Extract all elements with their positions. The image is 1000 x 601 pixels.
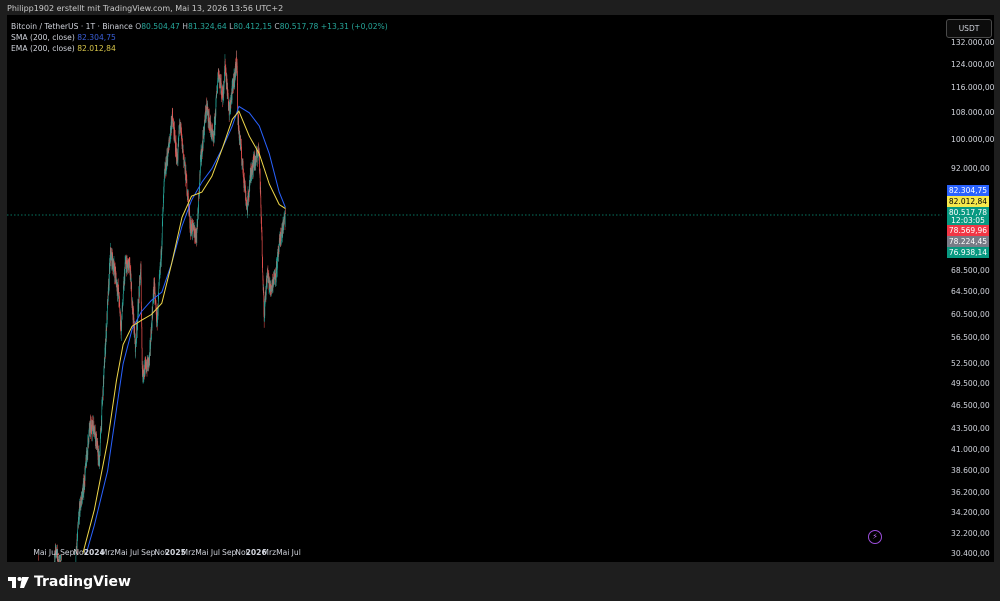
- price-axis-tick: 100.000,00: [951, 134, 994, 144]
- price-axis-tick: 68.500,00: [951, 266, 990, 276]
- legend-change: +13,31 (+0,02%): [320, 22, 388, 31]
- price-axis-tick: 41.000,00: [951, 444, 990, 454]
- time-axis-tick: Jul: [210, 548, 221, 557]
- tradingview-brand[interactable]: TradingView: [8, 572, 131, 592]
- price-axis-tick: 108.000,00: [951, 107, 994, 117]
- ema-indicator-label[interactable]: EMA (200, close): [11, 44, 75, 53]
- price-axis-tick: 124.000,00: [951, 59, 994, 69]
- price-axis-tick: 32.200,00: [951, 528, 990, 538]
- lightning-icon[interactable]: ⚡: [868, 530, 882, 544]
- time-axis-tick: Mai: [114, 548, 128, 557]
- tradingview-logo-icon: [8, 577, 29, 588]
- candle-body: [126, 263, 127, 273]
- candles-layer: [38, 50, 286, 562]
- attribution-line: Philipp1902 erstellt mit TradingView.com…: [7, 4, 284, 13]
- time-axis-tick: Jul: [48, 548, 59, 557]
- price-axis-tick: 43.500,00: [951, 424, 990, 434]
- candle-body: [183, 154, 184, 157]
- price-tag-low: 76.938,14: [947, 247, 989, 258]
- brand-label: TradingView: [34, 574, 131, 590]
- candle-body: [109, 258, 111, 269]
- candle-body: [262, 261, 263, 273]
- price-axis-tick: 49.500,00: [951, 379, 990, 389]
- time-axis-tick: Sep: [222, 548, 237, 557]
- candle-body: [167, 156, 169, 162]
- price-axis-tick: 38.600,00: [951, 465, 990, 475]
- price-tag-high: 78.569,96: [947, 225, 989, 236]
- candle-body: [140, 277, 141, 284]
- time-axis-tick: Jul: [291, 548, 301, 557]
- price-axis-tick: 132.000,00: [951, 38, 994, 47]
- price-axis-tick: 30.400,00: [951, 549, 990, 558]
- sma-indicator-value: 82.304,75: [77, 33, 116, 42]
- legend-high-value: 81.324,64: [188, 22, 227, 31]
- candle-body: [285, 213, 286, 214]
- candle-body: [188, 196, 189, 202]
- time-axis-tick: Mrz: [262, 548, 277, 557]
- time-axis-tick: Jul: [129, 548, 140, 557]
- candle-body: [249, 184, 251, 192]
- time-axis-tick: Mai: [33, 548, 47, 557]
- price-tag-countdown: 12:03:05: [947, 216, 989, 225]
- price-axis-tick: 92.000,00: [951, 163, 990, 173]
- candle-body: [77, 529, 78, 538]
- candle-body: [141, 326, 143, 348]
- candle-body: [261, 239, 263, 257]
- price-axis-tick: 46.500,00: [951, 401, 990, 411]
- time-axis-tick: Sep: [60, 548, 75, 557]
- legend-low-value: 80.412,15: [233, 22, 272, 31]
- legend-symbol[interactable]: Bitcoin / TetherUS · 1T · Binance: [11, 22, 133, 31]
- price-axis-tick: 36.200,00: [951, 488, 990, 498]
- candle-body: [237, 70, 238, 84]
- time-axis-tick: Mai: [276, 548, 290, 557]
- price-axis-tick: 34.200,00: [951, 508, 990, 517]
- sma-indicator-label[interactable]: SMA (200, close): [11, 33, 75, 42]
- time-axis-tick: Mrz: [100, 548, 115, 557]
- candle-body: [104, 362, 105, 368]
- candle-body: [200, 157, 201, 174]
- price-axis-tick: 64.500,00: [951, 287, 990, 297]
- price-axis-tick: 116.000,00: [951, 82, 994, 92]
- price-axis-tick: 56.500,00: [951, 333, 990, 343]
- chart-legend: Bitcoin / TetherUS · 1T · Binance O80.50…: [11, 21, 388, 54]
- candle-body: [253, 159, 255, 164]
- time-axis-tick: Mrz: [181, 548, 196, 557]
- legend-close-value: 80.517,78: [279, 22, 319, 31]
- chart-frame[interactable]: Bitcoin / TetherUS · 1T · Binance O80.50…: [7, 15, 994, 562]
- candle-body: [58, 558, 60, 562]
- candle-body: [284, 213, 286, 224]
- price-tag-ema: 82.012,84: [947, 196, 989, 207]
- price-tag-mid: 78.224,45: [947, 236, 989, 247]
- candle-body: [140, 264, 142, 279]
- time-axis-tick: Mai: [195, 548, 209, 557]
- ema-200-line: [82, 110, 286, 555]
- candle-body: [54, 559, 56, 562]
- price-axis-tick: 60.500,00: [951, 309, 990, 319]
- price-tag-sma: 82.304,75: [947, 185, 989, 196]
- candle-body: [141, 347, 143, 365]
- candle-body: [183, 150, 184, 155]
- legend-open-value: 80.504,47: [141, 22, 180, 31]
- ema-indicator-value: 82.012,84: [77, 44, 116, 53]
- price-axis-tick: 52.500,00: [951, 358, 990, 368]
- currency-button[interactable]: USDT: [946, 19, 992, 38]
- candle-body: [237, 83, 238, 111]
- time-axis-tick: Sep: [141, 548, 156, 557]
- price-chart[interactable]: [7, 15, 994, 562]
